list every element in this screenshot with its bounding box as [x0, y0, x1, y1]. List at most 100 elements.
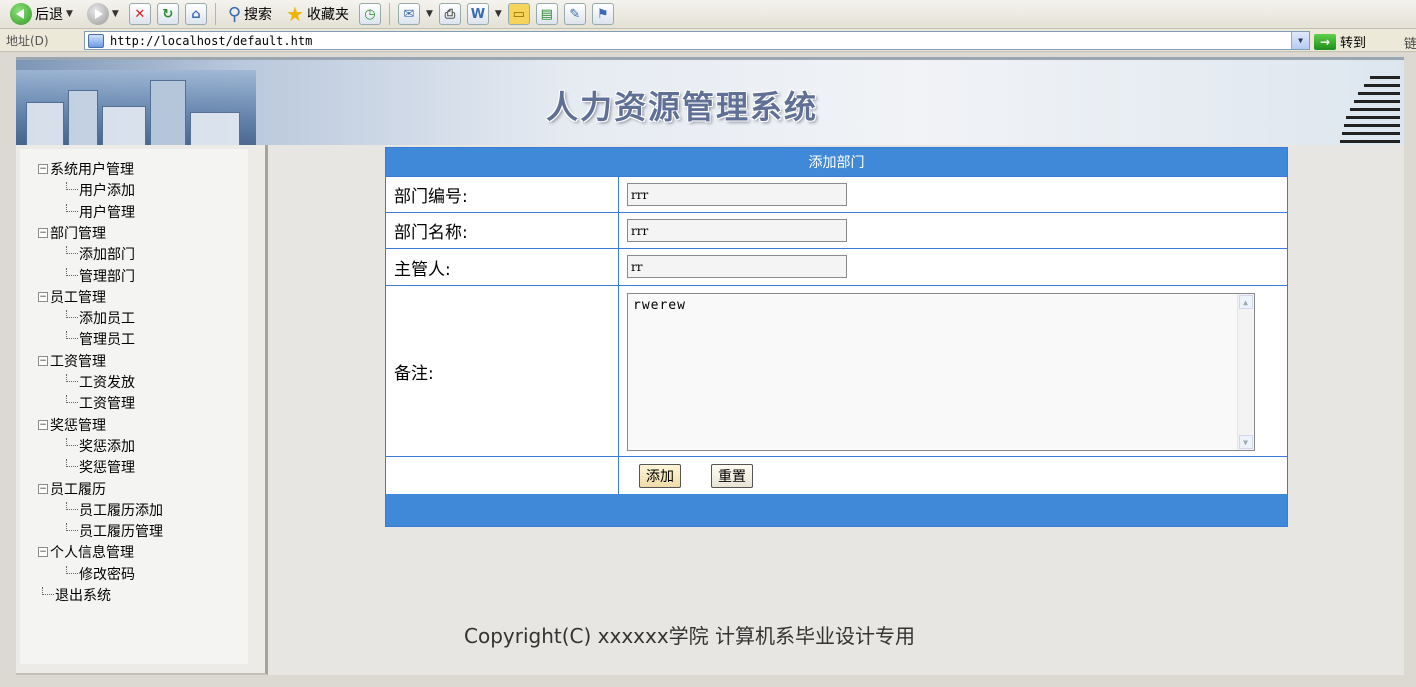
logout-label: 退出系统: [55, 588, 111, 604]
form-footer-bar: [386, 494, 1287, 526]
search-label: 搜索: [244, 7, 273, 23]
tree-group[interactable]: − 部门管理: [38, 223, 106, 243]
tree-link[interactable]: 添加部门: [66, 244, 135, 264]
go-button[interactable]: → 转到: [1314, 32, 1366, 51]
tree-group-label: 员工履历: [50, 481, 106, 498]
system-title: 人力资源管理系统: [546, 88, 819, 126]
collapse-icon[interactable]: −: [38, 164, 48, 174]
dept-no-input[interactable]: rrr: [627, 183, 847, 206]
mail-icon[interactable]: ✉: [397, 3, 420, 25]
collapse-icon[interactable]: −: [38, 483, 48, 494]
tree-link[interactable]: 管理部门: [66, 266, 135, 286]
tree-link-label: 奖惩管理: [79, 460, 135, 477]
collapse-icon[interactable]: −: [38, 547, 48, 558]
favorites-label: 收藏夹: [306, 7, 349, 23]
dept-name-label: 部门名称:: [386, 213, 618, 248]
favorites-button[interactable]: ★ 收藏夹: [282, 2, 353, 26]
forward-arrow-icon: [86, 3, 109, 25]
manager-input[interactable]: rr: [627, 255, 847, 278]
skyscraper-image: [1340, 70, 1400, 145]
tree-link-label: 员工履历管理: [79, 524, 163, 541]
tree-branch-line: [66, 331, 78, 340]
logout-link[interactable]: 退出系统: [42, 585, 111, 605]
tree-branch-line: [66, 501, 78, 510]
edit-icon[interactable]: W: [466, 3, 489, 25]
address-bar: 地址(D) http://localhost/default.htm ▼ → 转…: [0, 29, 1416, 52]
toolbar-separator: [214, 3, 216, 25]
tree-link-label: 添加员工: [79, 311, 135, 328]
reset-button[interactable]: 重置: [711, 464, 753, 488]
history-icon[interactable]: ◷: [358, 3, 381, 25]
collapse-icon[interactable]: −: [38, 419, 48, 430]
collapse-icon[interactable]: −: [38, 227, 48, 238]
discuss-icon[interactable]: ▤: [535, 3, 558, 25]
chevron-down-icon[interactable]: ▼: [1291, 32, 1309, 49]
textarea-scrollbar[interactable]: ▲ ▼: [1237, 294, 1254, 450]
toolbar-separator: [388, 3, 390, 25]
tree-group[interactable]: − 个人信息管理: [38, 542, 134, 562]
tree-link[interactable]: 工资管理: [66, 393, 135, 413]
print-icon[interactable]: ⎙: [438, 3, 461, 25]
manager-row: 主管人: rr: [386, 249, 1287, 285]
tree-group[interactable]: − 员工管理: [38, 287, 106, 307]
chevron-down-icon: ▼: [66, 9, 73, 19]
dept-name-input[interactable]: rrr: [627, 219, 847, 242]
tree-group[interactable]: − 奖惩管理: [38, 415, 106, 435]
collapse-icon[interactable]: −: [38, 291, 48, 302]
tree-link-label: 用户添加: [79, 183, 135, 200]
star-icon: ★: [286, 2, 304, 26]
tree-branch-line: [66, 246, 78, 255]
tree-link[interactable]: 修改密码: [66, 564, 135, 584]
tree-link[interactable]: 工资发放: [66, 372, 135, 392]
tree-link-label: 用户管理: [79, 204, 135, 221]
tree-branch-line: [66, 310, 78, 319]
forward-button[interactable]: ▼: [83, 2, 123, 26]
tree-link[interactable]: 用户添加: [66, 180, 135, 200]
tree-branch-line: [66, 374, 78, 382]
dept-no-label: 部门编号:: [386, 177, 618, 212]
tree-link[interactable]: 奖惩添加: [66, 436, 135, 456]
tree-link[interactable]: 奖惩管理: [66, 457, 135, 477]
scroll-down-icon[interactable]: ▼: [1239, 435, 1253, 449]
scroll-up-icon[interactable]: ▲: [1239, 295, 1253, 309]
tree-group[interactable]: − 工资管理: [38, 351, 106, 371]
tree-group[interactable]: − 员工履历: [38, 479, 106, 499]
tree-link[interactable]: 添加员工: [66, 308, 135, 328]
tree-group-label: 个人信息管理: [50, 545, 134, 562]
tree-branch-line: [66, 565, 78, 574]
manager-label: 主管人:: [386, 249, 618, 285]
search-icon: ⚲: [227, 3, 242, 25]
header-banner: 人力资源管理系统: [16, 57, 1404, 145]
remark-textarea[interactable]: rwerew ▲ ▼: [627, 293, 1255, 451]
page-icon: [88, 33, 104, 48]
collapse-icon[interactable]: −: [38, 355, 48, 366]
messenger-icon[interactable]: ✎: [563, 3, 586, 25]
dept-name-row: 部门名称: rrr: [386, 213, 1287, 248]
chevron-down-icon: ▼: [111, 9, 119, 19]
tree-group[interactable]: − 系统用户管理: [38, 159, 134, 179]
tree-branch-line: [66, 267, 78, 276]
tree-link[interactable]: 员工履历管理: [66, 521, 163, 541]
back-button[interactable]: 后退 ▼: [6, 2, 77, 26]
address-input[interactable]: http://localhost/default.htm ▼: [84, 31, 1310, 50]
tree-branch-line: [66, 182, 78, 191]
buildings-image: [16, 70, 256, 145]
copyright-text: Copyright(C) xxxxxx学院 计算机系毕业设计专用: [464, 624, 916, 648]
research-icon[interactable]: ⚑: [591, 3, 614, 25]
stop-icon[interactable]: ✕: [128, 3, 151, 25]
tree-link[interactable]: 管理员工: [66, 329, 135, 349]
search-button[interactable]: ⚲ 搜索: [224, 2, 276, 26]
home-icon[interactable]: ⌂: [184, 3, 207, 25]
chevron-down-icon[interactable]: ▼: [426, 9, 433, 19]
address-url: http://localhost/default.htm: [110, 33, 313, 48]
buttons-row: 添加 重置: [386, 457, 1287, 493]
tree-link[interactable]: 员工履历添加: [66, 500, 163, 520]
refresh-icon[interactable]: ↻: [156, 3, 179, 25]
chevron-down-icon[interactable]: ▼: [495, 9, 502, 19]
tree-link[interactable]: 用户管理: [66, 202, 135, 222]
folder-icon[interactable]: ▭: [507, 3, 530, 25]
dept-no-row: 部门编号: rrr: [386, 177, 1287, 212]
add-button[interactable]: 添加: [639, 464, 681, 488]
tree-link-label: 添加部门: [79, 247, 135, 264]
links-label[interactable]: 链: [1404, 33, 1416, 52]
